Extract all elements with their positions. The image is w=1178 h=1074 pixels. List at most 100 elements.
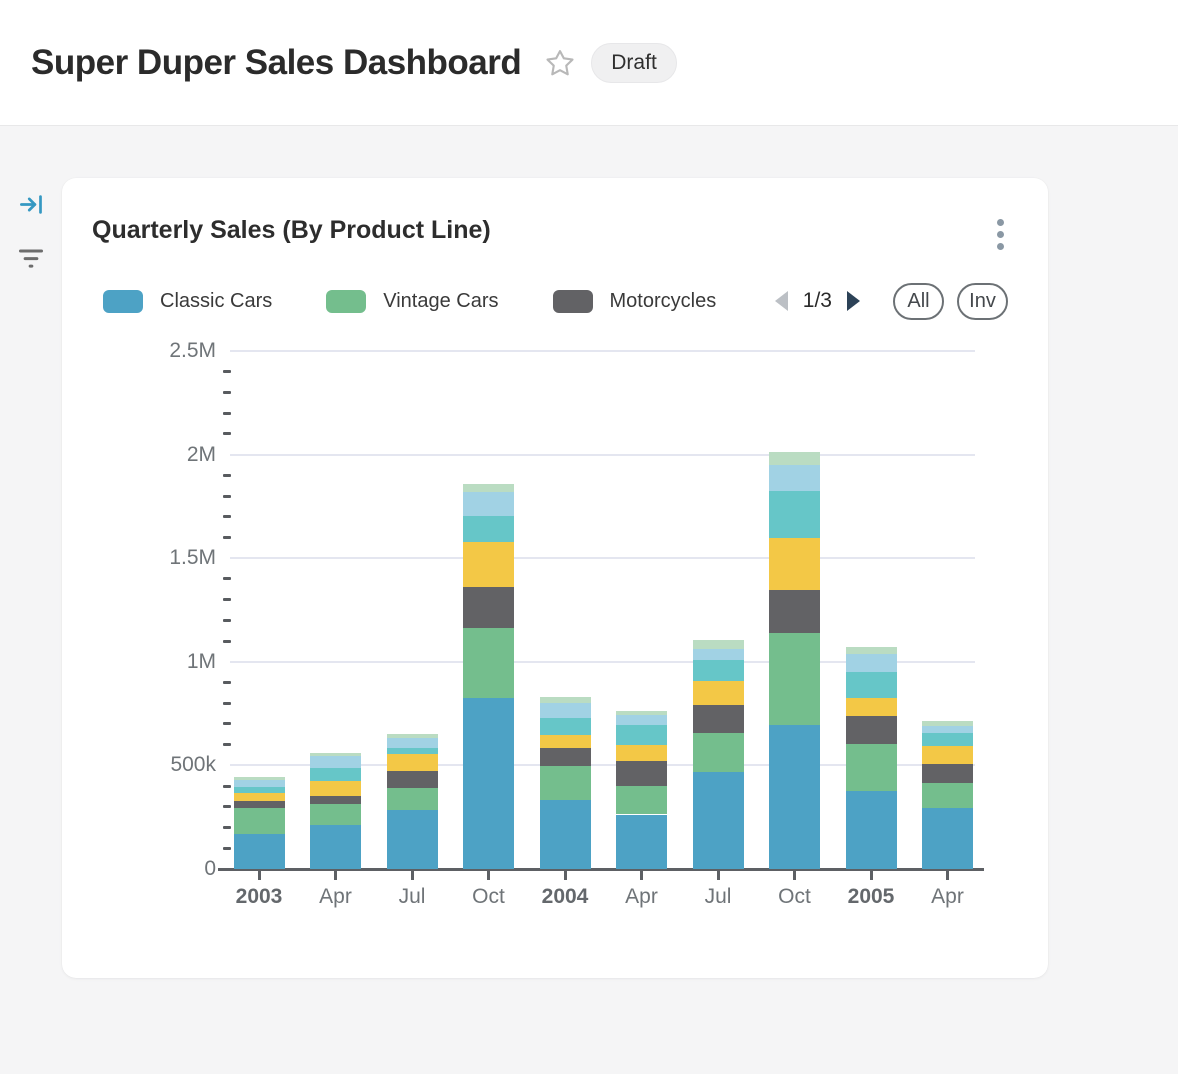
- bar-segment[interactable]: [693, 772, 744, 869]
- bar-segment[interactable]: [463, 587, 514, 628]
- y-axis-minor-tick: [223, 826, 231, 829]
- bar-segment[interactable]: [846, 744, 897, 791]
- bar-segment[interactable]: [922, 726, 973, 733]
- legend-row: Classic CarsVintage CarsMotorcycles 1/3 …: [103, 282, 1008, 320]
- legend-item-classic-cars[interactable]: Classic Cars: [103, 290, 272, 313]
- bar-segment[interactable]: [387, 788, 438, 810]
- bar-segment[interactable]: [922, 721, 973, 726]
- bar-segment[interactable]: [922, 764, 973, 783]
- x-axis-label: Oct: [755, 885, 835, 909]
- bar-segment[interactable]: [310, 796, 361, 804]
- y-axis-minor-tick: [223, 785, 231, 788]
- bar-segment[interactable]: [310, 756, 361, 768]
- bar-segment[interactable]: [616, 745, 667, 762]
- legend-prev-button[interactable]: [775, 291, 788, 311]
- x-axis-label: Apr: [296, 885, 376, 909]
- bar-segment[interactable]: [463, 516, 514, 543]
- bar-segment[interactable]: [310, 768, 361, 781]
- y-axis-minor-tick: [223, 722, 231, 725]
- bar-segment[interactable]: [846, 672, 897, 698]
- bar-segment[interactable]: [693, 660, 744, 681]
- bar-segment[interactable]: [922, 746, 973, 764]
- bar-segment[interactable]: [846, 698, 897, 716]
- bar-segment[interactable]: [387, 810, 438, 869]
- y-axis-minor-tick: [223, 743, 231, 746]
- legend-item-label: Vintage Cars: [383, 290, 498, 313]
- legend-invert-button[interactable]: Inv: [957, 283, 1008, 320]
- bar-segment[interactable]: [387, 748, 438, 754]
- bar-segment[interactable]: [769, 725, 820, 869]
- expand-panel-button[interactable]: [17, 190, 45, 218]
- bar-segment[interactable]: [693, 649, 744, 661]
- legend-item-motorcycles[interactable]: Motorcycles: [553, 290, 717, 313]
- bar-segment[interactable]: [234, 780, 285, 787]
- x-axis-label: Apr: [908, 885, 988, 909]
- bar-segment[interactable]: [463, 698, 514, 869]
- x-axis-label: Jul: [678, 885, 758, 909]
- bar-segment[interactable]: [616, 725, 667, 745]
- bar-segment[interactable]: [540, 800, 591, 869]
- bar-segment[interactable]: [693, 681, 744, 705]
- bar-segment[interactable]: [693, 640, 744, 649]
- kebab-menu-button[interactable]: [991, 216, 1010, 253]
- legend-next-button[interactable]: [847, 291, 860, 311]
- bar-segment[interactable]: [540, 766, 591, 799]
- bar-segment[interactable]: [616, 711, 667, 715]
- bar-segment[interactable]: [234, 801, 285, 808]
- y-axis-minor-tick: [223, 847, 231, 850]
- bar-segment[interactable]: [463, 628, 514, 698]
- bar-segment[interactable]: [922, 783, 973, 808]
- x-axis-tick: [717, 871, 720, 880]
- bar-segment[interactable]: [846, 654, 897, 673]
- bar-segment[interactable]: [769, 452, 820, 465]
- bar-segment[interactable]: [234, 777, 285, 780]
- bar-segment[interactable]: [310, 753, 361, 756]
- y-axis-minor-tick: [223, 495, 231, 498]
- bar-segment[interactable]: [616, 715, 667, 725]
- x-axis-label: 2004: [525, 885, 605, 909]
- bar-segment[interactable]: [769, 538, 820, 590]
- bar-segment[interactable]: [540, 703, 591, 718]
- bar-segment[interactable]: [769, 465, 820, 492]
- status-badge[interactable]: Draft: [591, 43, 677, 83]
- bar-segment[interactable]: [922, 733, 973, 746]
- bar-segment[interactable]: [463, 542, 514, 587]
- bar-segment[interactable]: [693, 705, 744, 733]
- bar-segment[interactable]: [387, 754, 438, 771]
- bar-segment[interactable]: [463, 484, 514, 491]
- y-axis-minor-tick: [223, 598, 231, 601]
- bar-segment[interactable]: [234, 834, 285, 869]
- favorite-star-icon[interactable]: [544, 47, 576, 79]
- x-axis-label: Jul: [372, 885, 452, 909]
- bar-segment[interactable]: [310, 804, 361, 825]
- bar-segment[interactable]: [463, 492, 514, 516]
- bar-segment[interactable]: [234, 793, 285, 801]
- bar-segment[interactable]: [310, 825, 361, 869]
- legend-all-button[interactable]: All: [893, 283, 944, 320]
- bar-segment[interactable]: [846, 716, 897, 744]
- legend-item-vintage-cars[interactable]: Vintage Cars: [326, 290, 498, 313]
- bar-segment[interactable]: [616, 786, 667, 814]
- bar-segment[interactable]: [234, 787, 285, 793]
- bar-segment[interactable]: [540, 735, 591, 748]
- bar-segment[interactable]: [693, 733, 744, 772]
- x-axis-tick: [640, 871, 643, 880]
- filter-button[interactable]: [17, 244, 45, 272]
- bar-segment[interactable]: [769, 633, 820, 725]
- bar-segment[interactable]: [922, 808, 973, 869]
- bar-segment[interactable]: [540, 748, 591, 766]
- bar-segment[interactable]: [846, 647, 897, 654]
- bar-segment[interactable]: [234, 808, 285, 834]
- bar-segment[interactable]: [769, 491, 820, 538]
- bar-segment[interactable]: [387, 771, 438, 788]
- bar-segment[interactable]: [387, 734, 438, 738]
- bar-segment[interactable]: [616, 761, 667, 786]
- bar-segment[interactable]: [846, 791, 897, 869]
- bar-segment[interactable]: [616, 815, 667, 869]
- bar-segment[interactable]: [769, 590, 820, 633]
- y-axis-label: 2M: [62, 443, 216, 467]
- bar-segment[interactable]: [387, 738, 438, 748]
- bar-segment[interactable]: [540, 697, 591, 704]
- bar-segment[interactable]: [310, 781, 361, 796]
- bar-segment[interactable]: [540, 718, 591, 735]
